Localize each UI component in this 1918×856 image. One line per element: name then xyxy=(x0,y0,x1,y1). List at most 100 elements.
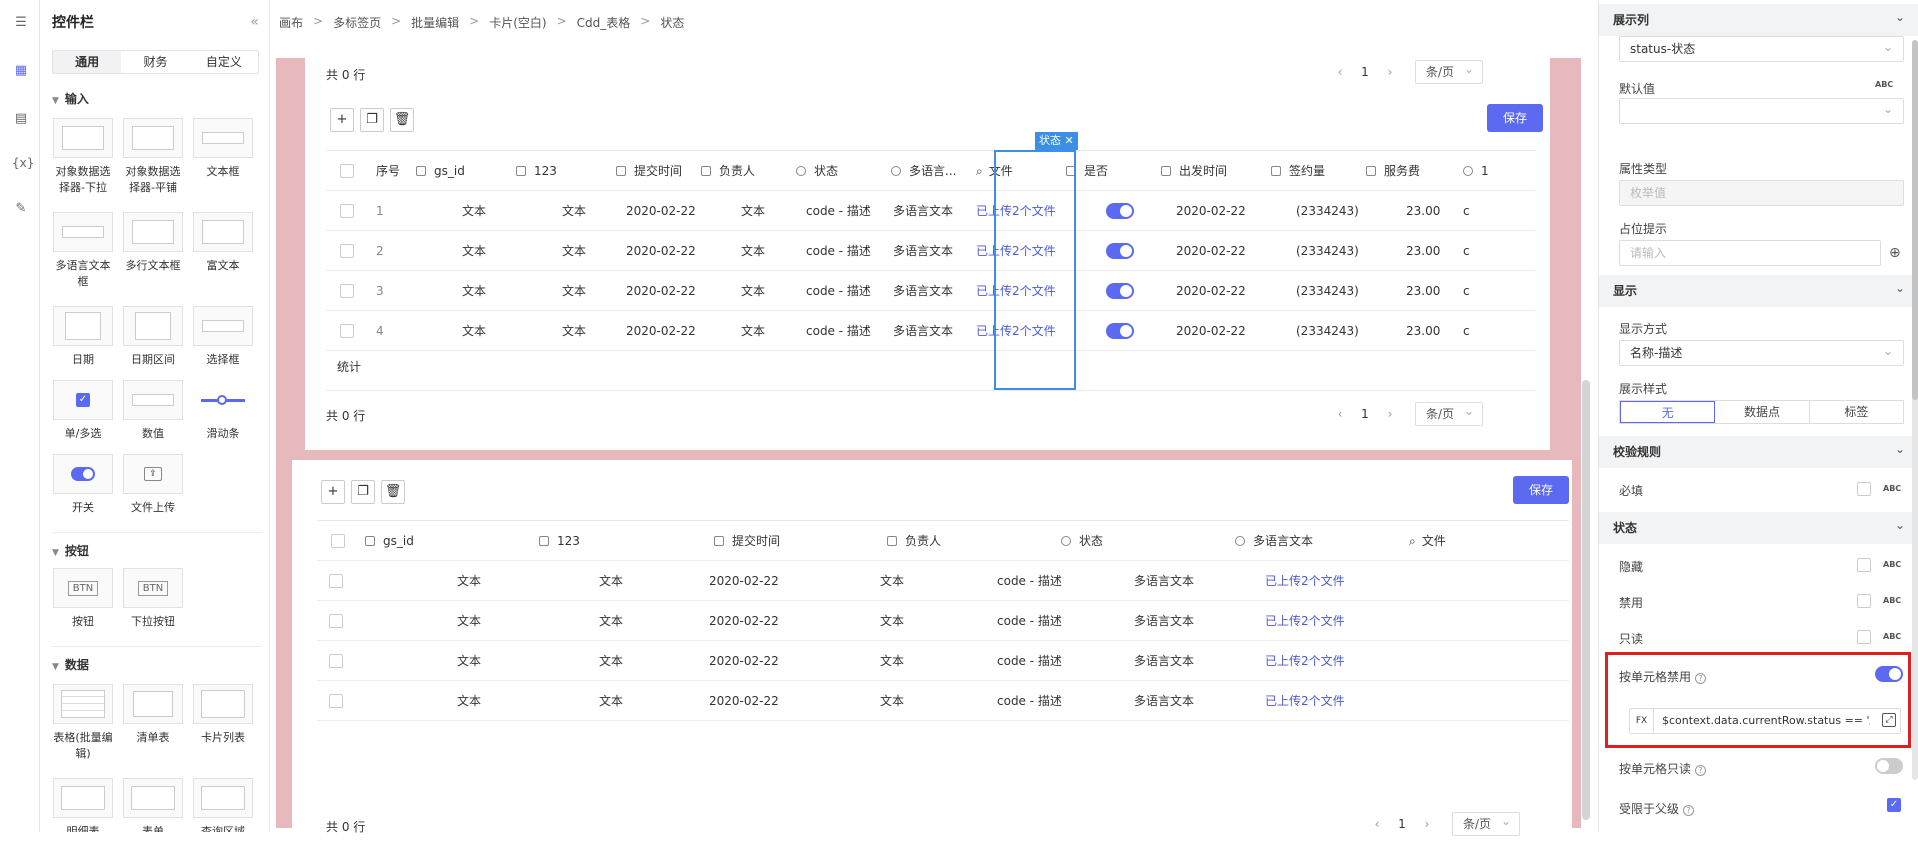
page-size-select[interactable]: 条/页 xyxy=(1452,810,1520,836)
breadcrumb-item[interactable]: 状态 xyxy=(660,14,684,31)
placeholder-input[interactable]: 请输入 xyxy=(1619,240,1881,266)
widget-date-range[interactable]: 日期区间 xyxy=(122,306,184,368)
widget-button[interactable]: BTN 按钮 xyxy=(52,568,114,630)
display-column-select[interactable]: status-状态 ⌄ xyxy=(1619,36,1904,62)
save-button[interactable]: 保存 xyxy=(1487,104,1543,132)
tab-custom[interactable]: 自定义 xyxy=(190,51,258,73)
widget-date[interactable]: 日期 xyxy=(52,306,114,368)
widget-dropdown-button[interactable]: BTN 下拉按钮 xyxy=(122,568,184,630)
breadcrumb-item[interactable]: 多标签页 xyxy=(333,14,381,31)
delete-icon[interactable]: 🗑 xyxy=(381,480,405,504)
widget-multiline-textbox[interactable]: 多行文本框 xyxy=(122,212,184,274)
table-cell[interactable]: 已上传2个文件 xyxy=(1265,561,1345,601)
section-validation[interactable]: 校验规则 xyxy=(1599,433,1918,468)
table-row[interactable]: 文本 文本 2020-02-22 文本 code - 描述 多语言文本 已上传2个文件 xyxy=(317,601,1569,641)
page-size-select[interactable]: 条/页 xyxy=(1415,400,1483,426)
widget-card-list[interactable]: 卡片列表 xyxy=(192,684,254,746)
variable-icon[interactable]: {x} xyxy=(12,154,34,172)
breadcrumb-item[interactable]: 卡片(空白) xyxy=(489,14,546,31)
page-number[interactable]: 1 xyxy=(1392,817,1412,831)
next-page-icon[interactable]: › xyxy=(1375,65,1405,79)
abc-icon[interactable]: ABC xyxy=(1883,632,1901,641)
col-header[interactable]: 多语言... xyxy=(891,151,956,191)
outline-icon[interactable]: ☰ xyxy=(12,14,30,32)
readonly-checkbox[interactable] xyxy=(1857,630,1871,644)
col-header[interactable]: 服务费 xyxy=(1366,151,1420,191)
section-state[interactable]: 状态 xyxy=(1599,509,1918,544)
widget-multilang-textbox[interactable]: 多语言文本框 xyxy=(52,212,114,290)
next-page-icon[interactable]: › xyxy=(1375,407,1405,421)
section-input[interactable]: ▼ 输入 xyxy=(52,90,89,107)
table-cell[interactable]: 已上传2个文件 xyxy=(1265,641,1345,681)
col-header[interactable]: 状态 xyxy=(796,151,838,191)
widget-object-select-dropdown[interactable]: 对象数据选择器-下拉 xyxy=(52,118,114,196)
prev-page-icon[interactable]: ‹ xyxy=(1325,65,1355,79)
select-all-checkbox[interactable] xyxy=(340,164,354,178)
widget-switch[interactable]: 开关 xyxy=(52,454,114,516)
table-cell[interactable]: 已上传2个文件 xyxy=(1265,601,1345,641)
selected-column-outline[interactable] xyxy=(994,150,1076,390)
section-display-column[interactable]: 展示列 xyxy=(1599,1,1918,36)
cell-readonly-toggle[interactable] xyxy=(1875,758,1903,774)
abc-icon[interactable]: ABC xyxy=(1883,596,1901,605)
widget-batch-table[interactable]: 表格(批量编辑) xyxy=(52,684,114,762)
prev-page-icon[interactable]: ‹ xyxy=(1362,817,1392,831)
widget-detail-table[interactable]: 明细表 xyxy=(52,778,114,832)
widget-list-table[interactable]: 清单表 xyxy=(122,684,184,746)
page-number[interactable]: 1 xyxy=(1355,65,1375,79)
row-checkbox[interactable] xyxy=(329,614,343,628)
add-icon[interactable]: + xyxy=(330,108,354,132)
section-display[interactable]: 显示 xyxy=(1599,272,1918,307)
display-mode-select[interactable]: 名称-描述 ⌄ xyxy=(1619,340,1904,366)
widget-richtext[interactable]: 富文本 xyxy=(192,212,254,274)
widget-object-select-flat[interactable]: 对象数据选择器-平铺 xyxy=(122,118,184,196)
style-option-dot[interactable]: 数据点 xyxy=(1715,401,1810,423)
col-header[interactable]: 多语言文本 xyxy=(1235,521,1313,561)
breadcrumb-item[interactable]: 画布 xyxy=(279,14,303,31)
col-header[interactable]: 负责人 xyxy=(701,151,755,191)
row-checkbox[interactable] xyxy=(329,574,343,588)
parent-limit-checkbox[interactable]: ✓ xyxy=(1887,798,1901,812)
table-row[interactable]: 文本 文本 2020-02-22 文本 code - 描述 多语言文本 已上传2个文件 xyxy=(317,641,1569,681)
hidden-checkbox[interactable] xyxy=(1857,558,1871,572)
save-button[interactable]: 保存 xyxy=(1513,476,1569,504)
col-header[interactable]: 提交时间 xyxy=(714,521,780,561)
copy-icon[interactable]: ❐ xyxy=(351,480,375,504)
widgets-icon[interactable]: ▦ xyxy=(12,62,30,80)
table-cell[interactable]: 已上传2个文件 xyxy=(1265,681,1345,721)
widget-checkbox-radio[interactable]: ✓ 单/多选 xyxy=(52,380,114,442)
col-header[interactable]: 序号 xyxy=(376,151,400,191)
widget-slider[interactable]: 滑动条 xyxy=(192,380,254,442)
script-icon[interactable]: ✎ xyxy=(12,200,30,218)
select-all-checkbox[interactable] xyxy=(331,534,345,548)
section-data[interactable]: ▼ 数据 xyxy=(52,656,89,673)
col-header[interactable]: ⌕ 文件 xyxy=(1409,521,1446,561)
copy-icon[interactable]: ❐ xyxy=(360,108,384,132)
default-value-select[interactable]: ⌄ xyxy=(1619,98,1904,124)
style-option-tag[interactable]: 标签 xyxy=(1810,401,1903,423)
tab-general[interactable]: 通用 xyxy=(53,51,122,73)
boolean-toggle[interactable] xyxy=(1106,283,1134,299)
disabled-checkbox[interactable] xyxy=(1857,594,1871,608)
table-row[interactable]: 文本 文本 2020-02-22 文本 code - 描述 多语言文本 已上传2个文件 xyxy=(317,561,1569,601)
canvas-scrollbar[interactable] xyxy=(1582,380,1590,820)
globe-icon[interactable]: ⊕ xyxy=(1889,245,1901,261)
col-header[interactable]: gs_id xyxy=(416,151,465,191)
widget-textbox[interactable]: 文本框 xyxy=(192,118,254,180)
abc-icon[interactable]: ABC xyxy=(1883,484,1901,493)
col-header[interactable]: 签约量 xyxy=(1271,151,1325,191)
widget-select[interactable]: 选择框 xyxy=(192,306,254,368)
row-checkbox[interactable] xyxy=(340,284,354,298)
required-checkbox[interactable] xyxy=(1857,482,1871,496)
datasource-icon[interactable]: ▤ xyxy=(12,110,30,128)
boolean-toggle[interactable] xyxy=(1106,323,1134,339)
table-row[interactable]: 3 文本 文本 2020-02-22 文本 code - 描述 多语言文本 已上传2个文件 20… xyxy=(326,271,1536,311)
row-checkbox[interactable] xyxy=(340,244,354,258)
col-header[interactable]: 123 xyxy=(539,521,580,561)
abc-icon[interactable]: ABC xyxy=(1883,560,1901,569)
collapse-icon[interactable]: « xyxy=(250,14,259,30)
widget-form[interactable]: 表单 xyxy=(122,778,184,832)
boolean-toggle[interactable] xyxy=(1106,243,1134,259)
widget-query-area[interactable]: 查询区域 xyxy=(192,778,254,832)
page-size-select[interactable]: 条/页 xyxy=(1415,58,1483,84)
